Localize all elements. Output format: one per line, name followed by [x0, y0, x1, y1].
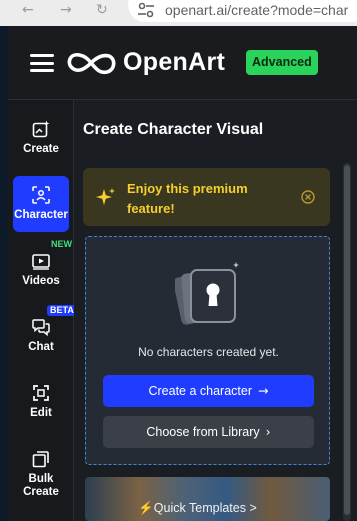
choose-from-library-button[interactable]: Choose from Library ›	[103, 416, 314, 448]
stacked-squares-icon	[32, 451, 49, 468]
scrollbar-thumb[interactable]	[344, 165, 350, 515]
arrow-right-icon[interactable]: →	[60, 2, 72, 18]
choose-from-library-label: Choose from Library	[146, 425, 260, 439]
quick-templates-link[interactable]: ⚡Quick Templates >	[74, 501, 357, 516]
arrow-left-icon[interactable]: ←	[22, 2, 34, 18]
menu-icon[interactable]	[30, 54, 54, 72]
characters-empty-state: No characters created yet. Create a char…	[85, 236, 330, 465]
reload-icon[interactable]: ↻	[96, 2, 108, 18]
edit-frame-icon	[33, 385, 49, 401]
create-character-label: Create a character	[148, 384, 253, 398]
chevron-right-icon: ›	[265, 424, 271, 439]
browser-toolbar: ← → ↻ openart.ai/create?mode=char	[0, 0, 357, 26]
site-settings-icon[interactable]	[137, 2, 155, 18]
create-character-button[interactable]: Create a character →	[103, 375, 314, 407]
sidebar-item-videos[interactable]: NEW Videos	[13, 239, 72, 298]
close-icon[interactable]	[301, 190, 315, 204]
sidebar-item-bulk-create[interactable]: Bulk Create	[13, 440, 69, 506]
advanced-badge[interactable]: Advanced	[246, 50, 318, 75]
sidebar-item-create[interactable]: Create	[13, 110, 69, 166]
sidebar-item-label: Character	[14, 209, 68, 221]
sidebar: Create Character NEW Videos BETA Chat Ed…	[8, 100, 77, 521]
sidebar-item-character[interactable]: Character	[13, 176, 69, 232]
url-text[interactable]: openart.ai/create?mode=char	[165, 2, 348, 18]
page-title: Create Character Visual	[83, 121, 264, 138]
sidebar-item-label: Videos	[22, 275, 60, 287]
app-header: OpenArt Advanced	[8, 26, 357, 100]
logo-text[interactable]: OpenArt	[123, 48, 225, 77]
sidebar-item-label: Create	[23, 143, 59, 155]
new-tag: NEW	[51, 239, 72, 249]
sidebar-item-label: Edit	[30, 407, 52, 419]
face-scan-icon	[32, 186, 50, 204]
arrow-right-icon: →	[258, 383, 269, 398]
sidebar-item-edit[interactable]: Edit	[13, 374, 69, 430]
character-card-illustration-icon	[175, 262, 239, 325]
image-sparkle-icon	[32, 120, 50, 138]
premium-text: Enjoy this premium feature!	[127, 181, 248, 216]
video-play-icon	[32, 254, 50, 270]
openart-logo-icon[interactable]	[65, 50, 117, 76]
empty-message: No characters created yet.	[138, 345, 279, 359]
desktop-background	[0, 26, 8, 521]
sidebar-item-label: Chat	[28, 341, 54, 353]
sparkle-icon	[96, 188, 115, 205]
beta-tag: BETA	[47, 305, 77, 316]
main-panel: Create Character Visual Enjoy this premi…	[74, 100, 357, 521]
premium-banner: Enjoy this premium feature!	[83, 168, 330, 226]
sidebar-item-chat[interactable]: BETA Chat	[13, 305, 77, 364]
chat-bubbles-icon	[32, 319, 50, 336]
sidebar-item-label: Bulk Create	[23, 473, 59, 498]
